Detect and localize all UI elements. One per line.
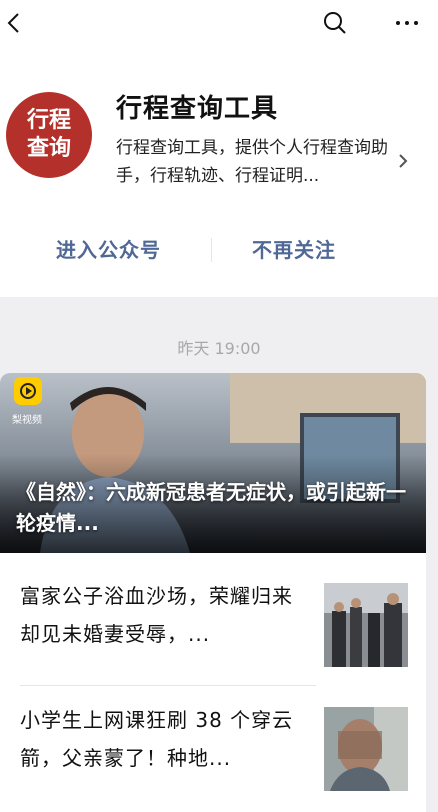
back-button[interactable] xyxy=(2,8,30,38)
chevron-left-icon xyxy=(7,13,19,33)
article-thumbnail xyxy=(324,707,408,791)
logo-text-line2: 查询 xyxy=(26,136,71,161)
article-thumbnail xyxy=(324,583,408,667)
enter-account-button[interactable]: 进入公众号 xyxy=(56,234,161,263)
account-profile[interactable]: 行程 查询 行程查询工具 行程查询工具，提供个人行程查询助手，行程轨迹、行程证明… xyxy=(0,60,438,210)
article-card: 梨视频 《自然》：六成新冠患者无症状，或引起新一轮疫情... 富家公子浴血沙场，… xyxy=(0,373,426,812)
video-play-icon xyxy=(20,383,36,399)
article-title: 富家公子浴血沙场，荣耀归来却见未婚妻受辱，... xyxy=(20,584,293,646)
action-divider xyxy=(211,238,212,262)
top-nav-bar xyxy=(0,0,438,48)
unfollow-button[interactable]: 不再关注 xyxy=(252,234,336,263)
account-actions: 进入公众号 不再关注 xyxy=(0,228,438,272)
search-button[interactable] xyxy=(320,8,350,38)
account-description: 行程查询工具，提供个人行程查询助手，行程轨迹、行程证明... xyxy=(116,138,388,186)
article-title: 小学生上网课狂刷 38 个穿云箭，父亲蒙了！种地... xyxy=(20,708,294,770)
video-source-badge xyxy=(14,377,42,405)
more-button[interactable] xyxy=(392,8,422,38)
chevron-right-icon xyxy=(399,154,408,168)
list-item[interactable]: 小学生上网课狂刷 38 个穿云箭，父亲蒙了！种地... xyxy=(0,693,426,812)
list-item[interactable]: 富家公子浴血沙场，荣耀归来却见未婚妻受辱，... xyxy=(0,569,426,689)
message-feed: 昨天 19:00 梨视频 《自然》：六成新冠患者无症状，或引起新一轮疫情... … xyxy=(0,297,438,812)
account-name: 行程查询工具 xyxy=(116,94,279,124)
hero-article-title: 《自然》：六成新冠患者无症状，或引起新一轮疫情... xyxy=(16,480,406,535)
search-icon xyxy=(324,12,346,34)
message-date: 昨天 19:00 xyxy=(177,339,261,358)
logo-text-line1: 行程 xyxy=(26,108,71,133)
account-logo: 行程 查询 xyxy=(6,92,92,178)
item-divider xyxy=(20,685,316,686)
video-source-label: 梨视频 xyxy=(12,415,42,426)
hero-article[interactable]: 梨视频 《自然》：六成新冠患者无症状，或引起新一轮疫情... xyxy=(0,373,426,553)
more-icon xyxy=(396,21,418,25)
